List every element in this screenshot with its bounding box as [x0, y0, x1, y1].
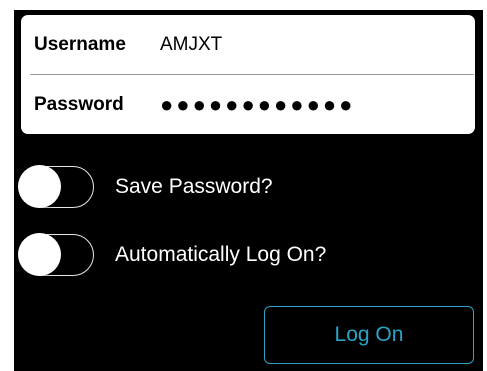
- auto-log-on-toggle[interactable]: [18, 233, 94, 276]
- password-row: Password ●●●●●●●●●●●●: [21, 75, 475, 134]
- username-field[interactable]: AMJXT: [160, 34, 460, 56]
- toggle-knob: [18, 165, 61, 208]
- credentials-card: Username AMJXT Password ●●●●●●●●●●●●: [21, 15, 475, 134]
- save-password-toggle[interactable]: [18, 165, 94, 208]
- save-password-option: Save Password?: [18, 165, 273, 209]
- password-label: Password: [34, 93, 124, 115]
- auto-log-on-label: Automatically Log On?: [115, 243, 327, 266]
- login-screen: Username AMJXT Password ●●●●●●●●●●●● Sav…: [14, 10, 483, 371]
- username-label: Username: [34, 33, 126, 55]
- save-password-label: Save Password?: [115, 175, 273, 198]
- password-field[interactable]: ●●●●●●●●●●●●: [160, 92, 460, 118]
- toggle-knob: [18, 233, 61, 276]
- log-on-button[interactable]: Log On: [264, 306, 474, 364]
- auto-log-on-option: Automatically Log On?: [18, 233, 326, 277]
- username-row: Username AMJXT: [21, 15, 475, 74]
